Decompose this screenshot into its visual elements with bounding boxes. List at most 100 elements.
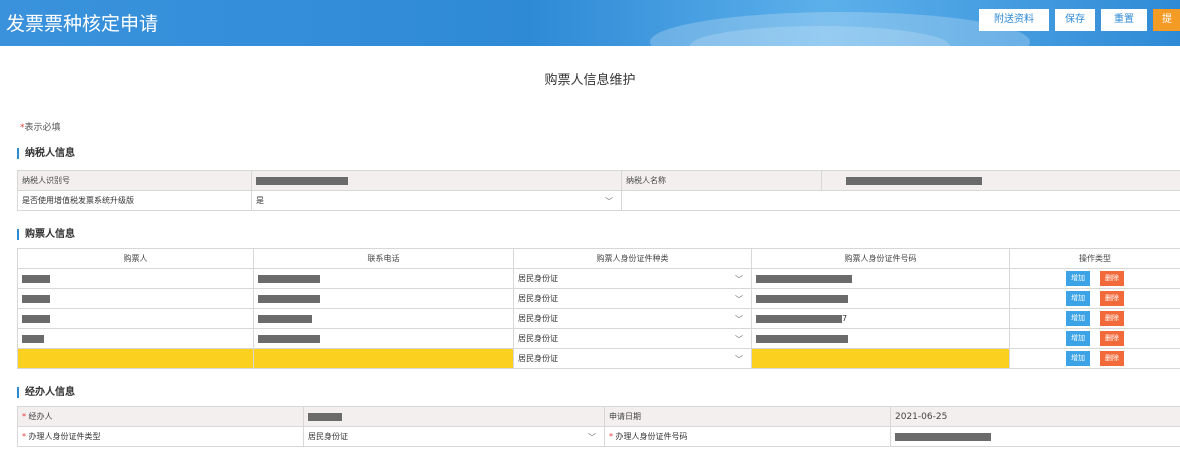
- page-title: 购票人信息维护: [544, 73, 636, 88]
- buyer-name-field[interactable]: [17, 308, 254, 329]
- agent-section-title: 经办人信息: [17, 387, 75, 398]
- buyer-id-number-field[interactable]: 7: [751, 308, 1010, 329]
- agent-label-text: 经办人: [28, 412, 53, 421]
- masked-value: [22, 274, 50, 283]
- taxpayer-table: 纳税人识别号 纳税人名称 是否使用增值税发票系统升级版 是 ﹀: [17, 170, 1180, 211]
- taxpayer-id-label: 纳税人识别号: [17, 170, 252, 191]
- column-header: 购票人: [17, 248, 254, 269]
- buyer-phone-field[interactable]: [253, 328, 514, 349]
- table-row: 居民身份证 ﹀ 增加 删除: [17, 328, 1180, 349]
- save-button[interactable]: 保存: [1055, 9, 1095, 31]
- required-star: *: [609, 432, 613, 441]
- column-header: 购票人身份证件种类: [513, 248, 752, 269]
- buyer-id-type-select[interactable]: 居民身份证 ﹀: [513, 328, 752, 349]
- masked-value: [258, 294, 320, 303]
- table-row: 居民身份证 ﹀ 增加 删除: [17, 288, 1180, 309]
- column-header: 联系电话: [253, 248, 514, 269]
- taxpayer-id-value: [251, 170, 622, 191]
- chevron-down-icon: ﹀: [735, 315, 743, 324]
- masked-value: [895, 432, 991, 441]
- agent-value: [303, 406, 605, 427]
- buyer-id-type-select[interactable]: 居民身份证 ﹀: [513, 308, 752, 329]
- table-row: 居民身份证 ﹀ 增加 删除: [17, 268, 1180, 289]
- add-row-button[interactable]: 增加: [1066, 331, 1090, 346]
- buyer-phone-field[interactable]: [253, 348, 514, 369]
- upgrade-select[interactable]: 是 ﹀: [251, 190, 622, 211]
- masked-value: [22, 294, 50, 303]
- agent-table: * 经办人 申请日期 2021-06-25 * 办理人身份证件类型 居民身份证 ﹀…: [17, 406, 1180, 447]
- row-actions: 增加 删除: [1009, 328, 1180, 349]
- taxpayer-name-value: [821, 170, 1180, 191]
- buyer-name-field[interactable]: [17, 268, 254, 289]
- buyer-table: 购票人 联系电话 购票人身份证件种类 购票人身份证件号码 操作类型 居民身份证 ﹀…: [17, 248, 1180, 369]
- required-star: *: [22, 432, 26, 441]
- delete-row-button[interactable]: 删除: [1100, 291, 1124, 306]
- masked-value: [258, 274, 320, 283]
- buyer-id-type-select[interactable]: 居民身份证 ﹀: [513, 288, 752, 309]
- required-note: *表示必填: [20, 120, 61, 133]
- chevron-down-icon: ﹀: [588, 433, 596, 442]
- submit-button[interactable]: 提交: [1153, 9, 1180, 31]
- buyer-phone-field[interactable]: [253, 308, 514, 329]
- buyer-section-title: 购票人信息: [17, 229, 75, 240]
- buyer-id-number-field[interactable]: [751, 348, 1010, 369]
- header-bar: 发票票种核定申请 附送资料 保存 重置 提交: [0, 0, 1180, 46]
- id-type-value: 居民身份证: [518, 274, 558, 283]
- table-row: 居民身份证 ﹀ 增加 删除: [17, 348, 1180, 369]
- masked-value: [256, 176, 348, 185]
- add-row-button[interactable]: 增加: [1066, 271, 1090, 286]
- delete-row-button[interactable]: 删除: [1100, 311, 1124, 326]
- masked-value: [756, 334, 848, 343]
- buyer-id-number-field[interactable]: [751, 288, 1010, 309]
- add-row-button[interactable]: 增加: [1066, 351, 1090, 366]
- apply-date-label: 申请日期: [604, 406, 891, 427]
- row-actions: 增加 删除: [1009, 308, 1180, 329]
- page-header-title: 发票票种核定申请: [6, 13, 159, 35]
- chevron-down-icon: ﹀: [735, 355, 743, 364]
- masked-value: [756, 314, 842, 323]
- buyer-id-type-select[interactable]: 居民身份证 ﹀: [513, 268, 752, 289]
- chevron-down-icon: ﹀: [735, 275, 743, 284]
- buyer-name-field[interactable]: [17, 328, 254, 349]
- column-header: 购票人身份证件号码: [751, 248, 1010, 269]
- delete-row-button[interactable]: 删除: [1100, 351, 1124, 366]
- buyer-id-type-select[interactable]: 居民身份证 ﹀: [513, 348, 752, 369]
- row-actions: 增加 删除: [1009, 288, 1180, 309]
- buyer-id-number-field[interactable]: [751, 328, 1010, 349]
- agent-id-type-select[interactable]: 居民身份证 ﹀: [303, 426, 605, 447]
- add-row-button[interactable]: 增加: [1066, 291, 1090, 306]
- masked-value: [756, 274, 852, 283]
- buyer-name-field[interactable]: [17, 288, 254, 309]
- attach-docs-button[interactable]: 附送资料: [979, 9, 1049, 31]
- apply-date-value: 2021-06-25: [890, 406, 1180, 427]
- buyer-phone-field[interactable]: [253, 288, 514, 309]
- upgrade-select-value: 是: [256, 196, 264, 205]
- delete-row-button[interactable]: 删除: [1100, 331, 1124, 346]
- taxpayer-name-label: 纳税人名称: [621, 170, 822, 191]
- id-type-value: 居民身份证: [518, 314, 558, 323]
- masked-value: [22, 314, 50, 323]
- agent-id-no-label-text: 办理人身份证件号码: [615, 432, 688, 441]
- masked-value: [22, 334, 44, 343]
- column-header: 操作类型: [1009, 248, 1180, 269]
- masked-value: [308, 412, 342, 421]
- add-row-button[interactable]: 增加: [1066, 311, 1090, 326]
- masked-value: [258, 314, 312, 323]
- buyer-id-number-field[interactable]: [751, 268, 1010, 289]
- taxpayer-section-title: 纳税人信息: [17, 148, 75, 159]
- chevron-down-icon: ﹀: [735, 335, 743, 344]
- agent-id-type-value: 居民身份证: [308, 432, 348, 441]
- chevron-down-icon: ﹀: [735, 295, 743, 304]
- required-note-text: 表示必填: [24, 123, 61, 133]
- buyer-name-field[interactable]: [17, 348, 254, 369]
- agent-id-no-label: * 办理人身份证件号码: [604, 426, 891, 447]
- delete-row-button[interactable]: 删除: [1100, 271, 1124, 286]
- buyer-phone-field[interactable]: [253, 268, 514, 289]
- agent-id-no-field[interactable]: [890, 426, 1180, 447]
- masked-value: [846, 176, 982, 185]
- empty-cell: [621, 190, 1180, 211]
- agent-id-type-label: * 办理人身份证件类型: [17, 426, 304, 447]
- id-type-value: 居民身份证: [518, 294, 558, 303]
- reset-button[interactable]: 重置: [1101, 9, 1147, 31]
- agent-id-type-label-text: 办理人身份证件类型: [28, 432, 101, 441]
